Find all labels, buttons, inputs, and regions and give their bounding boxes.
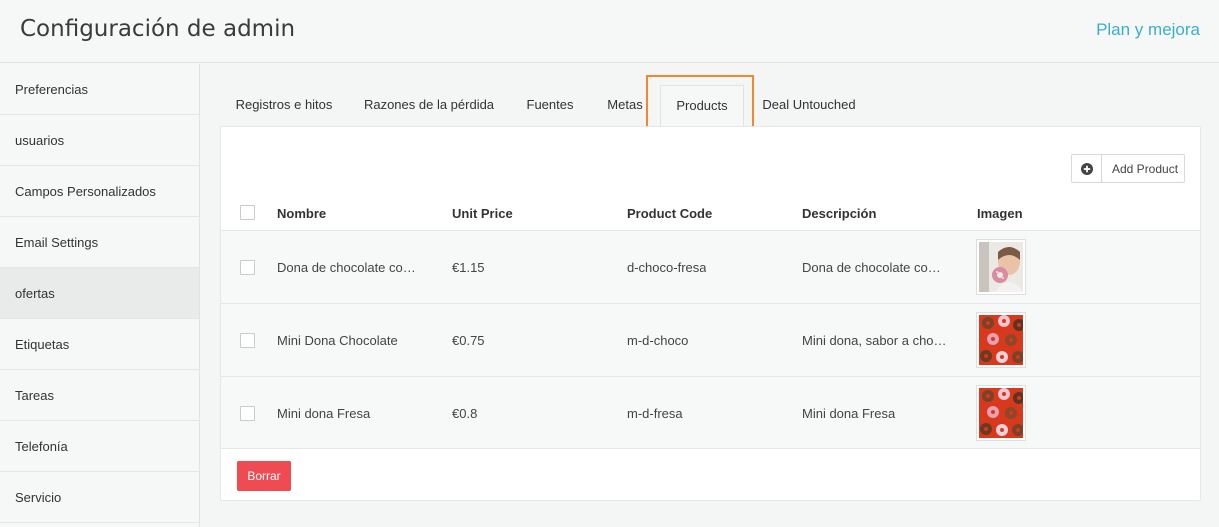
product-unit-price: €0.75 bbox=[452, 333, 485, 348]
tab-products[interactable]: Products bbox=[660, 85, 744, 126]
product-description: Dona de chocolate con fresa bbox=[802, 260, 944, 275]
tab-razones-de-la-perdida[interactable]: Razones de la pérdida bbox=[355, 85, 503, 126]
plan-upgrade-link[interactable]: Plan y mejora bbox=[1096, 20, 1200, 40]
column-header-nombre[interactable]: Nombre bbox=[277, 206, 326, 221]
sidebar-item-tareas[interactable]: Tareas bbox=[0, 370, 199, 421]
tab-metas[interactable]: Metas bbox=[596, 85, 654, 126]
column-header-product-code[interactable]: Product Code bbox=[627, 206, 712, 221]
add-product-label: Add Product bbox=[1112, 162, 1179, 176]
sidebar-item-usuarios[interactable]: usuarios bbox=[0, 115, 199, 166]
sidebar-item-ofertas[interactable]: ofertas bbox=[0, 268, 199, 319]
product-image-thumbnail[interactable] bbox=[976, 312, 1026, 368]
product-code: m-d-choco bbox=[627, 333, 689, 348]
table-row[interactable]: Mini Dona Chocolate €0.75 m-d-choco Mini… bbox=[221, 303, 1200, 376]
select-all-checkbox[interactable] bbox=[240, 205, 255, 220]
product-description: Mini dona Fresa bbox=[802, 406, 896, 421]
sidebar-item-campos-personalizados[interactable]: Campos Personalizados bbox=[0, 166, 199, 217]
sidebar-item-email-settings[interactable]: Email Settings bbox=[0, 217, 199, 268]
column-header-unit-price[interactable]: Unit Price bbox=[452, 206, 513, 221]
sidebar-item-etiquetas[interactable]: Etiquetas bbox=[0, 319, 199, 370]
products-panel: Add Product Nombre Unit Price Product Co… bbox=[220, 126, 1201, 501]
page-title: Configuración de admin bbox=[20, 16, 296, 42]
row-checkbox[interactable] bbox=[240, 260, 255, 275]
product-description: Mini dona, sabor a chocolate bbox=[802, 333, 952, 348]
sidebar-item-telefonia[interactable]: Telefonía bbox=[0, 421, 199, 472]
tab-deal-untouched[interactable]: Deal Untouched bbox=[755, 85, 863, 126]
add-product-button[interactable]: Add Product bbox=[1071, 154, 1185, 183]
tab-fuentes[interactable]: Fuentes bbox=[518, 85, 582, 126]
tab-registros-e-hitos[interactable]: Registros e hitos bbox=[220, 85, 348, 126]
product-unit-price: €0.8 bbox=[452, 406, 478, 421]
product-code: d-choco-fresa bbox=[627, 260, 707, 275]
product-image-thumbnail[interactable] bbox=[976, 385, 1026, 441]
row-checkbox[interactable] bbox=[240, 406, 255, 421]
sidebar-item-servicio[interactable]: Servicio bbox=[0, 472, 199, 523]
product-name[interactable]: Mini Dona Chocolate bbox=[277, 333, 419, 348]
row-checkbox[interactable] bbox=[240, 333, 255, 348]
table-row[interactable]: Mini dona Fresa €0.8 m-d-fresa Mini dona… bbox=[221, 376, 1200, 449]
column-header-descripcion[interactable]: Descripción bbox=[802, 206, 876, 221]
column-header-imagen: Imagen bbox=[977, 206, 1023, 221]
product-unit-price: €1.15 bbox=[452, 260, 485, 275]
product-name[interactable]: Mini dona Fresa bbox=[277, 406, 419, 421]
top-header: Configuración de admin Plan y mejora bbox=[0, 0, 1219, 63]
plus-circle-icon bbox=[1072, 155, 1102, 182]
table-row[interactable]: Dona de chocolate con fresa €1.15 d-choc… bbox=[221, 230, 1200, 303]
sidebar-item-preferencias[interactable]: Preferencias bbox=[0, 64, 199, 115]
delete-button[interactable]: Borrar bbox=[237, 461, 291, 491]
settings-sidebar: Preferencias usuarios Campos Personaliza… bbox=[0, 64, 200, 527]
product-code: m-d-fresa bbox=[627, 406, 683, 421]
product-name[interactable]: Dona de chocolate con fresa bbox=[277, 260, 419, 275]
product-image-thumbnail[interactable] bbox=[976, 239, 1026, 295]
